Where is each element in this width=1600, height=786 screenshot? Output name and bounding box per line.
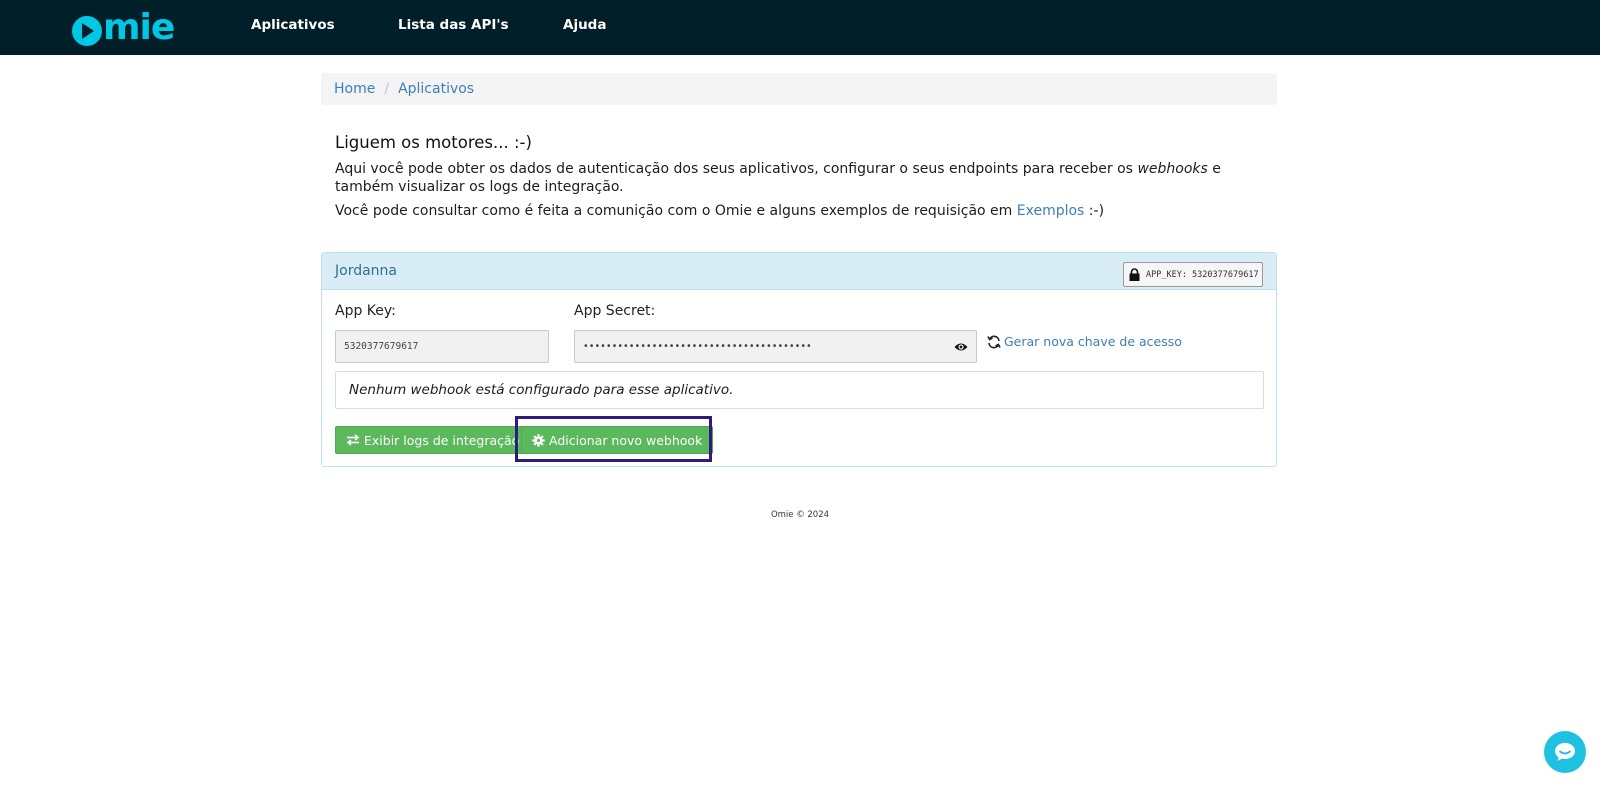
app-key-field[interactable]: 5320377679617 xyxy=(335,330,549,363)
app-key-badge[interactable]: APP_KEY: 5320377679617 xyxy=(1123,262,1263,287)
app-key-value: 5320377679617 xyxy=(344,341,419,352)
app-panel-header: Jordanna APP_KEY: 5320377679617 xyxy=(322,253,1276,290)
app-secret-field[interactable]: •••••••••••••••••••••••••••••••••••••••• xyxy=(574,330,977,363)
eye-icon[interactable] xyxy=(954,341,968,353)
intro-text: :-) xyxy=(1084,203,1105,219)
intro-title: Liguem os motores... :-) xyxy=(335,133,532,152)
no-webhook-message: Nenhum webhook está configurado para ess… xyxy=(335,371,1264,409)
logo-text: mie xyxy=(103,7,175,48)
lock-icon xyxy=(1129,268,1140,281)
logo-play-icon xyxy=(72,16,102,46)
app-secret-value: •••••••••••••••••••••••••••••••••••••••• xyxy=(583,341,812,352)
breadcrumb-separator: / xyxy=(384,81,390,97)
intro-text: Aqui você pode obter os dados de autenti… xyxy=(335,161,1138,177)
breadcrumb-home[interactable]: Home xyxy=(334,81,375,97)
nav-aplicativos[interactable]: Aplicativos xyxy=(251,17,335,33)
exemplos-link[interactable]: Exemplos xyxy=(1017,203,1085,219)
app-secret-label: App Secret: xyxy=(574,303,656,319)
intro-paragraph-2: Você pode consultar como é feita a comun… xyxy=(335,202,1265,220)
regenerate-key-label: Gerar nova chave de acesso xyxy=(1004,334,1182,349)
exchange-icon xyxy=(346,434,360,446)
intro-emphasis: webhooks xyxy=(1137,161,1208,177)
chat-widget-button[interactable] xyxy=(1544,731,1586,773)
breadcrumb: Home / Aplicativos xyxy=(321,73,1277,105)
refresh-icon xyxy=(987,335,1001,348)
app-name: Jordanna xyxy=(335,263,397,279)
footer-copyright: Omie © 2024 xyxy=(770,510,830,520)
app-key-label: App Key: xyxy=(335,303,396,319)
app-key-badge-text: APP_KEY: 5320377679617 xyxy=(1146,269,1259,280)
show-logs-label: Exibir logs de integração xyxy=(364,432,520,448)
top-navbar: mie Aplicativos Lista das API's Ajuda xyxy=(0,0,1600,55)
focus-highlight xyxy=(515,416,712,462)
nav-ajuda[interactable]: Ajuda xyxy=(563,17,606,33)
regenerate-key-link[interactable]: Gerar nova chave de acesso xyxy=(987,334,1182,349)
show-logs-button[interactable]: Exibir logs de integração xyxy=(335,426,531,454)
nav-lista-apis[interactable]: Lista das API's xyxy=(398,17,509,33)
intro-paragraph-1: Aqui você pode obter os dados de autenti… xyxy=(335,160,1265,196)
intro-text: Você pode consultar como é feita a comun… xyxy=(335,203,1017,219)
omie-logo[interactable]: mie xyxy=(72,7,175,48)
breadcrumb-aplicativos[interactable]: Aplicativos xyxy=(398,81,474,97)
chat-icon xyxy=(1555,743,1575,761)
